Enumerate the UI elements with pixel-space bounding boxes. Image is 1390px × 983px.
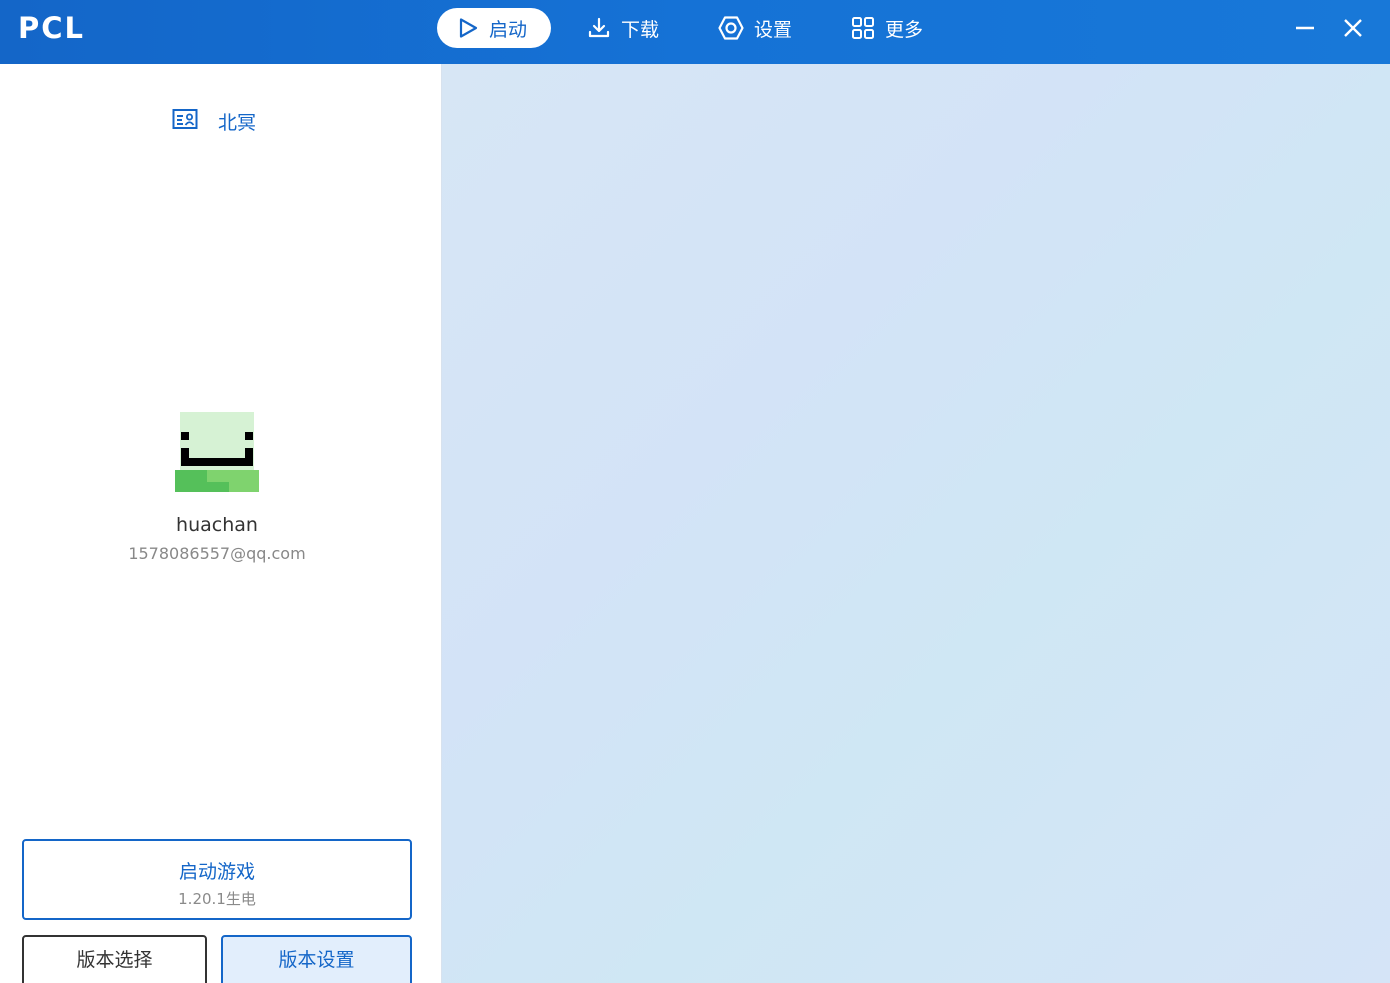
nav-tab-label: 下载 <box>621 18 660 41</box>
title-bar[interactable]: PCL 启动 下载 设置 更多 <box>0 0 1390 64</box>
launch-game-label: 启动游戏 <box>178 861 255 883</box>
profile-selector-link[interactable]: 北冥 <box>172 108 256 135</box>
main-content-area <box>442 64 1390 983</box>
launch-game-button[interactable]: 启动游戏 1.20.1生电 <box>22 839 412 920</box>
account-panel: 北冥 huachan 1578086557@qq.com 启动游戏 1.20.1… <box>0 64 442 983</box>
profile-name-label: 北冥 <box>218 112 257 134</box>
version-settings-button[interactable]: 版本设置 <box>221 935 412 983</box>
download-icon <box>587 16 611 40</box>
close-icon <box>1342 17 1364 43</box>
nav-tab-download[interactable]: 下载 <box>587 8 659 48</box>
version-select-button[interactable]: 版本选择 <box>22 935 207 983</box>
id-card-icon <box>172 108 198 135</box>
close-button[interactable] <box>1337 14 1369 46</box>
nav-tab-label: 设置 <box>754 18 793 41</box>
account-email: 1578086557@qq.com <box>128 544 306 563</box>
player-avatar <box>175 412 259 492</box>
nav-tab-label: 更多 <box>885 18 924 41</box>
nav-tab-more[interactable]: 更多 <box>851 8 923 48</box>
nav-tab-settings[interactable]: 设置 <box>718 8 792 48</box>
grid-icon <box>851 16 875 40</box>
nav-tab-label: 启动 <box>489 18 528 41</box>
nav-tab-launch[interactable]: 启动 <box>437 8 551 48</box>
play-icon <box>457 17 479 39</box>
pcl-launcher-window: PCL 启动 下载 设置 更多 北冥 huachan 1578086557@qq… <box>0 0 1390 983</box>
settings-icon <box>718 15 744 41</box>
selected-version-label: 1.20.1生电 <box>178 890 256 908</box>
account-username: huachan <box>176 514 258 536</box>
app-logo: PCL <box>18 11 86 45</box>
minimize-button[interactable] <box>1289 14 1321 46</box>
minimize-icon <box>1294 17 1316 43</box>
